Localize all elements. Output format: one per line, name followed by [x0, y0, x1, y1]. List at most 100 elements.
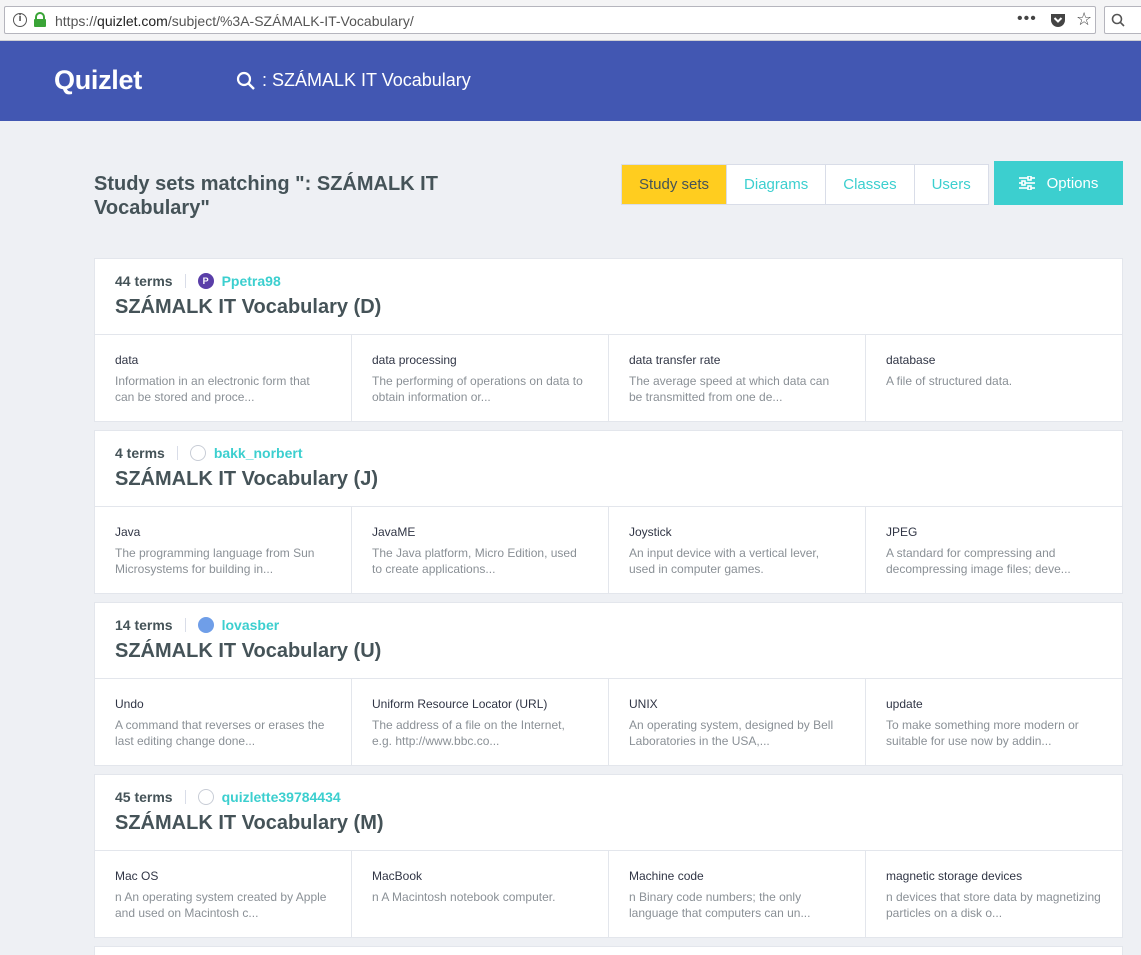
term-word: JPEG — [886, 525, 918, 539]
result-type-tabs: Study sets Diagrams Classes Users — [621, 164, 989, 205]
author-link[interactable]: bakk_norbert — [214, 445, 303, 461]
quizlet-logo[interactable]: Quizlet — [54, 65, 142, 96]
term-cell[interactable]: data Information in an electronic form t… — [95, 335, 352, 421]
term-word: data processing — [372, 353, 457, 367]
set-meta: 44 terms P Ppetra98 — [115, 273, 281, 289]
term-definition: The performing of operations on data to … — [372, 374, 583, 404]
term-word: Uniform Resource Locator (URL) — [372, 697, 548, 711]
term-definition: n A Macintosh notebook computer. — [372, 890, 556, 904]
set-title[interactable]: SZÁMALK IT Vocabulary (U) — [115, 640, 381, 663]
divider — [184, 790, 186, 804]
sliders-icon — [1018, 176, 1035, 190]
card-header: 44 terms P Ppetra98 SZÁMALK IT Vocabular… — [95, 259, 1122, 335]
term-cell[interactable]: Joystick An input device with a vertical… — [609, 507, 866, 593]
study-set-card[interactable]: 14 terms lovasber SZÁMALK IT Vocabulary … — [94, 602, 1123, 766]
term-count: 14 terms — [115, 617, 173, 633]
term-definition: n An operating system created by Apple a… — [115, 890, 327, 920]
author-link[interactable]: quizlette39784434 — [222, 789, 341, 805]
set-title[interactable]: SZÁMALK IT Vocabulary (D) — [115, 296, 381, 319]
options-label: Options — [1046, 174, 1099, 192]
set-title[interactable]: SZÁMALK IT Vocabulary (J) — [115, 468, 378, 491]
term-cell[interactable]: JavaME The Java platform, Micro Edition,… — [352, 507, 609, 593]
term-definition: Information in an electronic form that c… — [115, 374, 310, 404]
address-bar[interactable]: i https://quizlet.com/subject/%3A-SZÁMAL… — [4, 6, 1096, 34]
term-definition: The address of a file on the Internet, e… — [372, 718, 565, 748]
term-word: MacBook — [372, 869, 423, 883]
term-word: JavaME — [372, 525, 416, 539]
study-set-card[interactable]: 44 terms P Ppetra98 SZÁMALK IT Vocabular… — [94, 258, 1123, 422]
term-word: Joystick — [629, 525, 672, 539]
term-cell[interactable]: update To make something more modern or … — [866, 679, 1122, 765]
set-title[interactable]: SZÁMALK IT Vocabulary (M) — [115, 812, 384, 835]
term-word: data transfer rate — [629, 353, 721, 367]
term-definition: n Binary code numbers; the only language… — [629, 890, 811, 920]
term-cell[interactable]: Java The programming language from Sun M… — [95, 507, 352, 593]
info-icon[interactable]: i — [13, 13, 27, 27]
term-cell[interactable]: UNIX An operating system, designed by Be… — [609, 679, 866, 765]
tab-diagrams[interactable]: Diagrams — [727, 165, 827, 204]
term-cell[interactable]: data processing The performing of operat… — [352, 335, 609, 421]
term-count: 4 terms — [115, 445, 165, 461]
search-icon — [1111, 13, 1125, 27]
page-actions-icon[interactable]: ••• — [1017, 10, 1037, 28]
avatar[interactable] — [197, 617, 214, 633]
study-set-card[interactable]: 45 terms quizlette39784434 SZÁMALK IT Vo… — [94, 774, 1123, 938]
term-preview-row: Undo A command that reverses or erases t… — [95, 679, 1122, 765]
term-count: 45 terms — [115, 789, 173, 805]
term-definition: An input device with a vertical lever, u… — [629, 546, 820, 576]
tab-classes[interactable]: Classes — [826, 165, 915, 204]
term-word: Java — [115, 525, 141, 539]
term-word: Undo — [115, 697, 144, 711]
divider — [184, 618, 186, 632]
term-cell[interactable]: magnetic storage devices n devices that … — [866, 851, 1122, 937]
term-cell[interactable]: Undo A command that reverses or erases t… — [95, 679, 352, 765]
search-query[interactable]: : SZÁMALK IT Vocabulary — [262, 70, 471, 91]
term-definition: The programming language from Sun Micros… — [115, 546, 315, 576]
study-set-card-partial[interactable] — [94, 946, 1123, 955]
term-word: Mac OS — [115, 869, 159, 883]
term-cell[interactable]: Machine code n Binary code numbers; the … — [609, 851, 866, 937]
browser-toolbar: i https://quizlet.com/subject/%3A-SZÁMAL… — [0, 0, 1141, 41]
term-word: data — [115, 353, 139, 367]
tab-users[interactable]: Users — [915, 165, 988, 204]
term-definition: An operating system, designed by Bell La… — [629, 718, 834, 748]
set-meta: 4 terms bakk_norbert — [115, 445, 303, 461]
search-icon — [236, 71, 255, 90]
avatar[interactable] — [189, 445, 206, 461]
card-header: 4 terms bakk_norbert SZÁMALK IT Vocabula… — [95, 431, 1122, 507]
pocket-icon[interactable] — [1050, 13, 1066, 28]
tab-study-sets[interactable]: Study sets — [622, 165, 728, 204]
header-search[interactable]: : SZÁMALK IT Vocabulary — [236, 70, 471, 91]
term-definition: n devices that store data by magnetizing… — [886, 890, 1101, 920]
term-word: update — [886, 697, 923, 711]
bookmark-star-icon[interactable]: ☆ — [1076, 9, 1092, 30]
url-text[interactable]: https://quizlet.com/subject/%3A-SZÁMALK-… — [55, 13, 414, 29]
term-word: database — [886, 353, 936, 367]
lock-icon — [34, 12, 46, 27]
term-cell[interactable]: data transfer rate The average speed at … — [609, 335, 866, 421]
term-word: Machine code — [629, 869, 704, 883]
term-preview-row: data Information in an electronic form t… — [95, 335, 1122, 421]
set-meta: 45 terms quizlette39784434 — [115, 789, 341, 805]
options-button[interactable]: Options — [994, 161, 1123, 205]
term-word: magnetic storage devices — [886, 869, 1023, 883]
avatar[interactable]: P — [197, 273, 214, 289]
term-cell[interactable]: MacBook n A Macintosh notebook computer. — [352, 851, 609, 937]
divider — [176, 446, 178, 460]
study-set-card[interactable]: 4 terms bakk_norbert SZÁMALK IT Vocabula… — [94, 430, 1123, 594]
avatar[interactable] — [197, 789, 214, 805]
term-definition: A command that reverses or erases the la… — [115, 718, 325, 748]
author-link[interactable]: lovasber — [222, 617, 280, 633]
term-count: 44 terms — [115, 273, 173, 289]
term-word: UNIX — [629, 697, 658, 711]
term-cell[interactable]: Uniform Resource Locator (URL) The addre… — [352, 679, 609, 765]
term-definition: To make something more modern or suitabl… — [886, 718, 1079, 748]
term-cell[interactable]: JPEG A standard for compressing and deco… — [866, 507, 1122, 593]
author-link[interactable]: Ppetra98 — [222, 273, 281, 289]
card-header: 45 terms quizlette39784434 SZÁMALK IT Vo… — [95, 775, 1122, 851]
browser-search-box[interactable] — [1104, 6, 1141, 34]
term-preview-row: Mac OS n An operating system created by … — [95, 851, 1122, 937]
term-cell[interactable]: database A file of structured data. — [866, 335, 1122, 421]
term-definition: The average speed at which data can be t… — [629, 374, 830, 404]
term-cell[interactable]: Mac OS n An operating system created by … — [95, 851, 352, 937]
